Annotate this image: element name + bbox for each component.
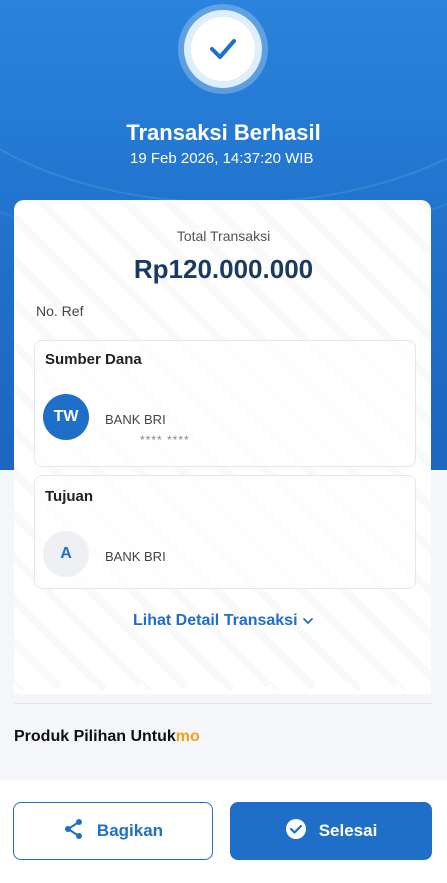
check-circle-icon [285,818,307,845]
reference-label: No. Ref [36,303,84,319]
source-account: **** **** [140,433,190,447]
detail-link-label: Lihat Detail Transaksi [133,612,298,629]
success-badge [184,10,262,88]
receipt-edge [14,684,431,694]
share-button[interactable]: Bagikan [13,802,213,860]
share-icon [63,818,85,845]
destination-avatar: A [43,531,89,577]
check-icon [191,17,255,81]
status-title: Transaksi Berhasil [126,120,321,145]
source-title: Sumber Dana [45,351,142,368]
destination-bank: BANK BRI [105,549,166,564]
products-suffix: mo [175,728,200,745]
total-amount: Rp120.000.000 [133,254,314,284]
detail-transaction-link[interactable]: Lihat Detail Transaksi [0,612,447,630]
source-avatar: TW [43,394,89,440]
divider [14,703,431,704]
products-heading: Produk Pilihan Untukmo [14,728,200,746]
share-label: Bagikan [96,821,164,840]
products-label: Produk Pilihan Untuk [14,728,176,745]
chevron-down-icon [302,612,314,629]
total-label: Total Transaksi [176,228,271,244]
done-label: Selesai [318,821,378,840]
transaction-datetime: 19 Feb 2026, 14:37:20 WIB [130,150,314,167]
destination-section: Tujuan A BANK BRI [34,475,416,589]
destination-title: Tujuan [45,488,94,505]
source-bank: BANK BRI [105,412,166,427]
source-section: Sumber Dana TW BANK BRI **** **** [34,340,416,467]
done-button[interactable]: Selesai [230,802,432,860]
